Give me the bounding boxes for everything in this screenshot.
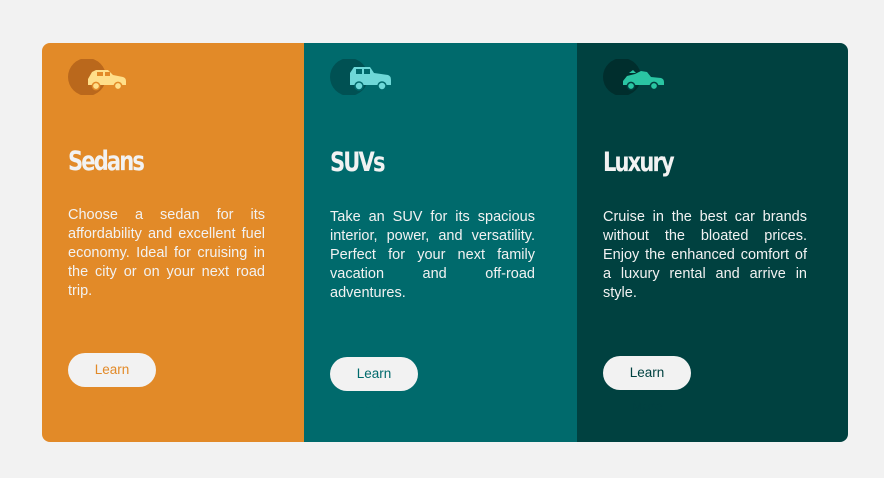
suv-car-icon [330, 59, 394, 95]
learn-more-button[interactable]: Learn More [603, 356, 691, 414]
sedan-car-icon [68, 59, 132, 95]
card-title: Luxury [603, 147, 675, 178]
card-luxury: Luxury Cruise in the best car brands wit… [577, 43, 848, 442]
car-category-cards: Sedans Choose a sedan for its affordabil… [42, 43, 848, 442]
card-description: Choose a sedan for its affordability and… [68, 207, 265, 299]
luxury-car-icon [603, 59, 667, 95]
learn-more-button[interactable]: Learn More [330, 357, 418, 415]
card-title: SUVs [330, 147, 385, 178]
learn-more-button[interactable]: Learn More [68, 353, 156, 411]
card-title: Sedans [68, 146, 145, 177]
card-suvs: SUVs Take an SUV for its spacious interi… [304, 43, 577, 442]
card-sedans: Sedans Choose a sedan for its affordabil… [42, 43, 304, 442]
card-description: Take an SUV for its spacious interior, p… [330, 209, 535, 301]
card-description: Cruise in the best car brands without th… [603, 209, 807, 301]
